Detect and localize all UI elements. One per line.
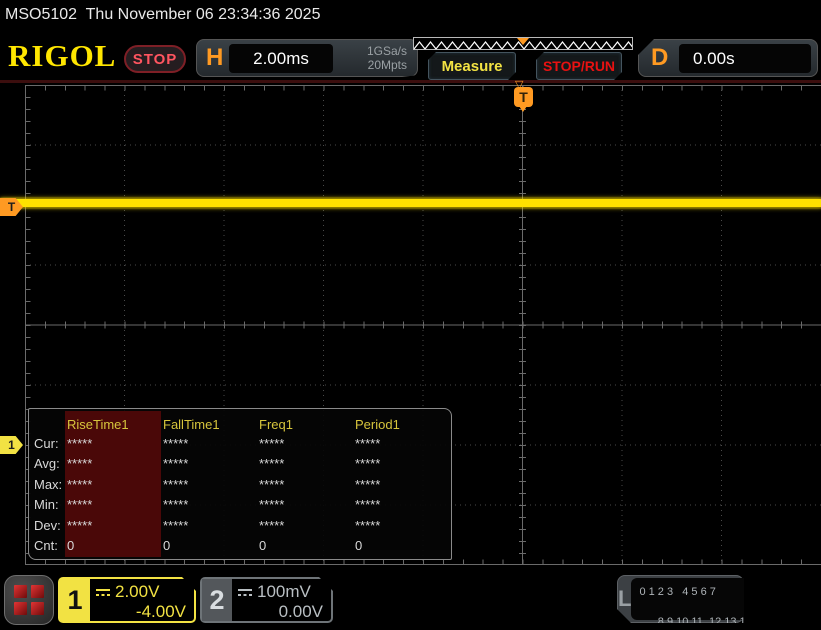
measurement-value: ***** [259,517,285,533]
measure-button[interactable]: Measure [428,52,516,80]
trigger-hollow-triangle-icon: ▽ [515,79,524,91]
measurement-table[interactable]: RiseTime1 FallTime1 Freq1 Period1 Cur: *… [28,408,452,560]
channel1-offset-marker[interactable]: 1 [0,436,23,454]
measurement-value: ***** [259,476,285,492]
measurement-value: ***** [67,497,93,512]
channel2-offset: 0.00V [278,602,323,621]
measurement-row-label: Min: [34,497,59,512]
measurement-value: ***** [259,435,285,451]
digital-channels-row2: 8 9 10 11 12 13 14 15 [657,616,768,628]
logic-analyzer-status-box[interactable]: L 0 1 2 3 4 5 6 7 8 9 10 11 12 13 14 15 [617,575,744,623]
digital-channels-row1: 0 1 2 3 4 5 6 7 [639,586,716,598]
stop-run-button[interactable]: STOP/RUN [536,52,622,80]
measurement-value: ***** [163,456,189,471]
measurement-value: ***** [163,476,189,492]
delay-value[interactable]: 0.00s [679,44,811,73]
measurement-value: ***** [67,435,93,451]
acquisition-status-badge[interactable]: STOP [124,45,186,73]
toolbar-divider [0,80,821,83]
measurement-value: ***** [163,497,189,512]
channel1-number: 1 [60,579,90,621]
sample-rate-memory-depth: 1GSa/s 20Mpts [367,44,407,72]
measurement-value: ***** [355,517,381,533]
logic-analyzer-label: L [618,586,632,611]
channel2-number: 2 [202,579,232,621]
measurement-value: ***** [67,476,93,492]
channel1-offset: -4.00V [135,602,186,621]
measurement-row-label: Dev: [34,517,61,533]
measurement-row-label: Cur: [34,435,59,451]
measurement-value: 0 [163,538,171,553]
measurement-value: 0 [67,538,75,553]
dc-coupling-icon [96,588,110,597]
measurement-value: ***** [67,456,93,471]
measurement-value: ***** [355,456,381,471]
dc-coupling-icon [238,588,252,597]
measurement-value: ***** [163,435,189,451]
oscilloscope-screen: MSO5102 Thu November 06 23:34:36 2025 RI… [0,0,821,630]
measurement-row-label: Cnt: [34,538,58,553]
measurement-grid: RiseTime1 FallTime1 Freq1 Period1 Cur: *… [29,409,451,559]
channel1-scale: 2.00V [115,582,160,601]
measurement-value: ***** [355,435,381,451]
channel1-status-box[interactable]: 1 2.00V -4.00V [58,577,196,623]
measurement-value: 0 [355,538,363,553]
measurement-value: 0 [259,538,267,553]
measurement-value: ***** [163,517,189,533]
grid-menu-icon [14,585,44,615]
memory-depth: 20Mpts [367,58,407,72]
measurement-value: ***** [259,497,285,512]
measurement-value: ***** [355,497,381,512]
timebase-value[interactable]: 2.00ms [229,44,333,73]
measurement-row-label: Avg: [34,456,60,471]
channel2-scale: 100mV [257,582,311,601]
model-and-clock: MSO5102 Thu November 06 23:34:36 2025 [5,6,321,23]
channel1-waveform-trace[interactable] [0,199,821,207]
rigol-logo: RIGOL [8,38,117,73]
title-bar: MSO5102 Thu November 06 23:34:36 2025 [0,0,821,32]
delay-label: D [651,44,669,71]
measurement-value: ***** [67,517,93,533]
preview-trigger-position-icon[interactable] [517,38,529,45]
horizontal-label: H [206,44,224,71]
measurement-value: ***** [259,456,285,471]
measurement-row-label: Max: [34,476,63,492]
measurement-value: ***** [355,476,381,492]
horizontal-timebase-panel[interactable]: H 2.00ms 1GSa/s 20Mpts [196,39,418,77]
sample-rate: 1GSa/s [366,44,407,58]
menu-grid-button[interactable] [4,575,54,625]
channel2-status-box[interactable]: 2 100mV 0.00V [200,577,333,623]
waveform-preview-strip[interactable] [413,37,633,51]
delay-panel[interactable]: D 0.00s [638,39,818,77]
